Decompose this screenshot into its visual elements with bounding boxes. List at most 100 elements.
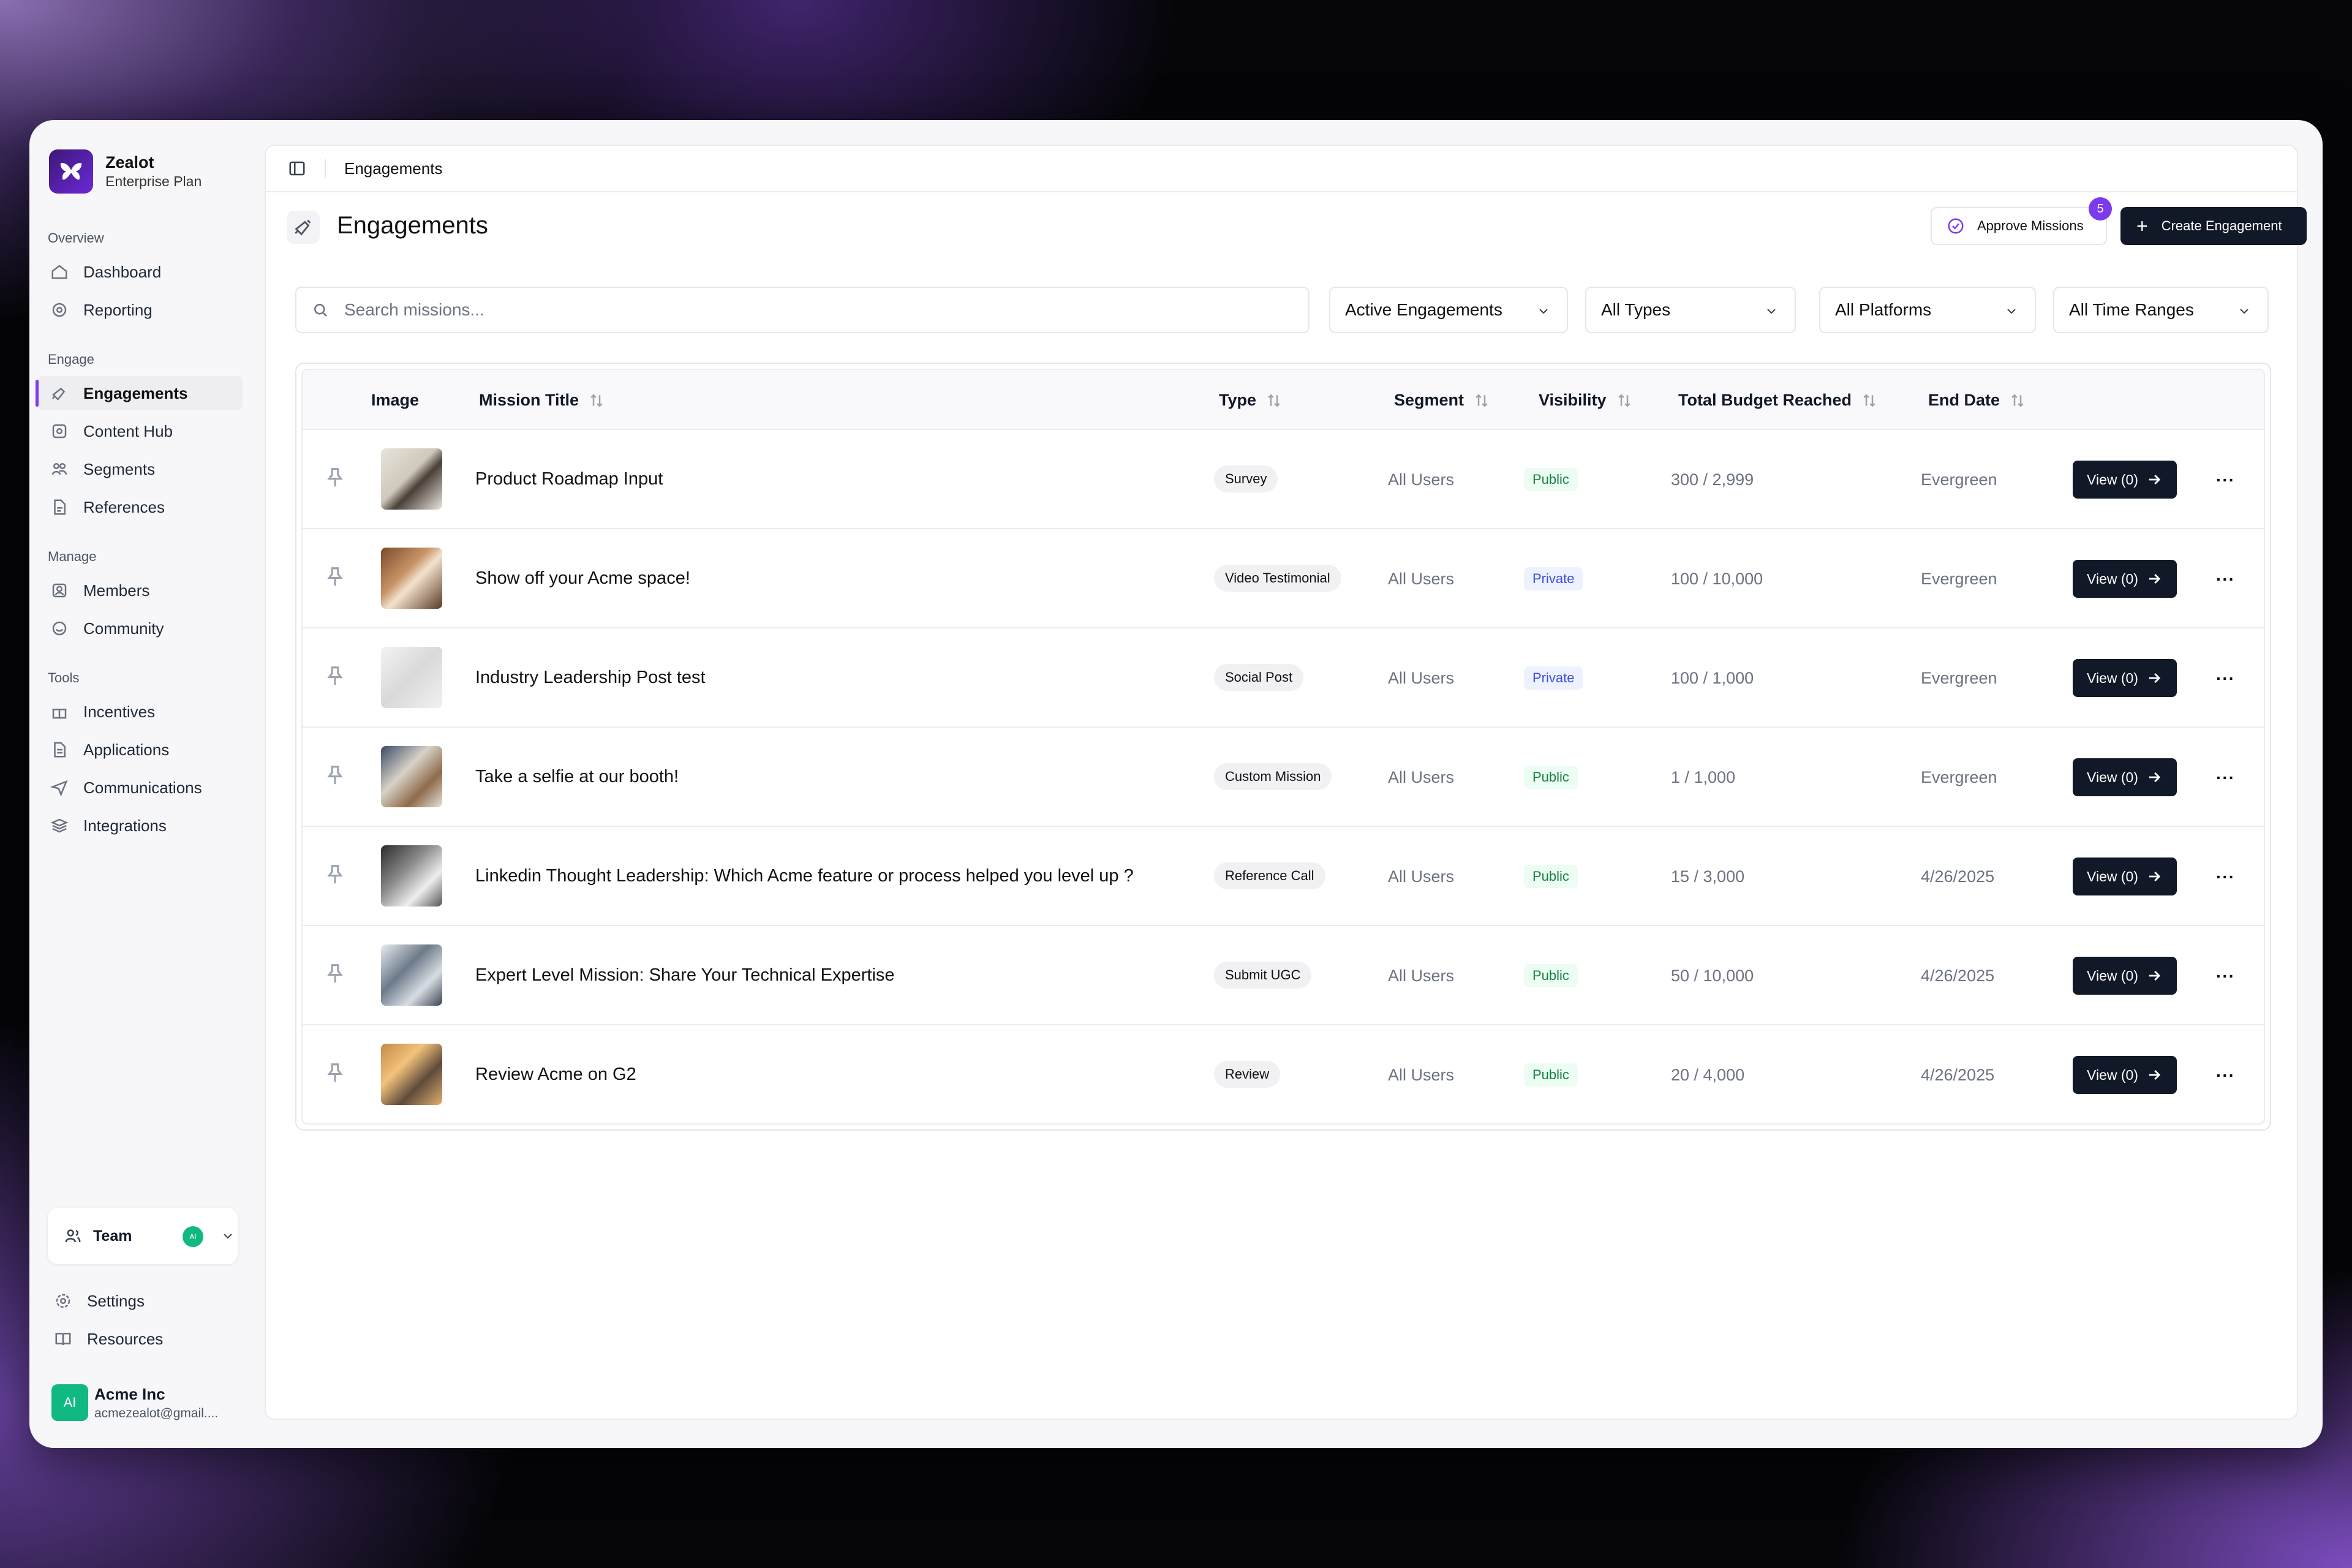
view-button[interactable]: View (0) [2073, 957, 2177, 995]
type-badge: Reference Call [1214, 862, 1325, 889]
column-header-visibility[interactable]: Visibility [1539, 391, 1634, 410]
sidebar-item-label: Reporting [83, 300, 153, 319]
budget-value: 300 / 2,999 [1671, 470, 1754, 489]
view-button[interactable]: View (0) [2073, 858, 2177, 895]
topbar: Engagements [266, 146, 2297, 192]
sidebar-item-resources[interactable]: Resources [40, 1322, 243, 1356]
search-icon [314, 304, 327, 317]
sidebar-toggle-icon[interactable] [288, 159, 306, 178]
sidebar-item-applications[interactable]: Applications [37, 733, 243, 767]
megaphone-icon [287, 211, 320, 244]
sidebar-item-reporting[interactable]: Reporting [37, 293, 243, 327]
engagements-table-container: Image Mission Title Type Segment Visibil… [295, 363, 2271, 1131]
table-row[interactable]: Expert Level Mission: Share Your Technic… [303, 926, 2264, 1025]
view-button[interactable]: View (0) [2073, 659, 2177, 697]
column-header-title[interactable]: Mission Title [479, 391, 606, 410]
end-date-value: Evergreen [1921, 570, 1997, 588]
table-row[interactable]: Take a selfie at our booth! Custom Missi… [303, 728, 2264, 827]
pin-icon[interactable] [323, 763, 347, 788]
nav-section-overview: Overview [48, 230, 104, 246]
sidebar-item-community[interactable]: Community [37, 611, 243, 646]
brand-name: Zealot [105, 153, 154, 172]
arrow-right-icon [2149, 772, 2161, 782]
sort-icon [590, 393, 603, 407]
search-input[interactable] [344, 300, 1263, 320]
sidebar-item-references[interactable]: References [37, 490, 243, 524]
more-options-icon[interactable]: ··· [2216, 669, 2235, 688]
visibility-badge: Public [1524, 865, 1578, 888]
table-row[interactable]: Show off your Acme space! Video Testimon… [303, 529, 2264, 628]
sidebar-item-integrations[interactable]: Integrations [37, 809, 243, 843]
more-options-icon[interactable]: ··· [2216, 967, 2235, 986]
pin-icon[interactable] [323, 1061, 347, 1085]
column-header-segment[interactable]: Segment [1394, 391, 1491, 410]
visibility-badge: Public [1524, 766, 1578, 789]
mission-image [381, 944, 442, 1006]
pin-icon[interactable] [323, 565, 347, 589]
pin-icon[interactable] [323, 862, 347, 887]
pin-icon[interactable] [323, 664, 347, 688]
more-options-icon[interactable]: ··· [2216, 1066, 2235, 1085]
view-button-label: View (0) [2087, 769, 2138, 785]
chevron-down-icon [1767, 309, 1776, 314]
column-header-type[interactable]: Type [1219, 391, 1283, 410]
platform-filter-select[interactable]: All Platforms [1819, 287, 2036, 333]
sidebar-item-segments[interactable]: Segments [37, 452, 243, 486]
type-filter-select[interactable]: All Types [1585, 287, 1796, 333]
table-row[interactable]: Industry Leadership Post test Social Pos… [303, 628, 2264, 728]
status-filter-select[interactable]: Active Engagements [1329, 287, 1568, 333]
approve-missions-button[interactable]: Approve Missions [1931, 207, 2107, 245]
visibility-badge: Public [1524, 1063, 1578, 1087]
more-options-icon[interactable]: ··· [2216, 867, 2235, 887]
table-row[interactable]: Product Roadmap Input Survey All Users P… [303, 430, 2264, 529]
gift-icon [52, 709, 67, 719]
budget-value: 100 / 1,000 [1671, 669, 1754, 687]
type-badge: Survey [1214, 466, 1278, 492]
sidebar-item-communications[interactable]: Communications [37, 771, 243, 805]
pin-icon[interactable] [323, 962, 347, 986]
more-options-icon[interactable]: ··· [2216, 570, 2235, 589]
sidebar-item-label: Settings [87, 1291, 145, 1310]
sidebar-item-dashboard[interactable]: Dashboard [37, 255, 243, 289]
chevron-down-icon [2240, 309, 2248, 314]
more-options-icon[interactable]: ··· [2216, 768, 2235, 788]
segments-icon [51, 463, 67, 475]
column-header-end-date[interactable]: End Date [1928, 391, 2027, 410]
more-options-icon[interactable]: ··· [2216, 470, 2235, 490]
mission-title: Show off your Acme space! [475, 568, 690, 588]
table-row[interactable]: Review Acme on G2 Review All Users Publi… [303, 1025, 2264, 1123]
column-header-budget[interactable]: Total Budget Reached [1678, 391, 1879, 410]
sidebar-item-content-hub[interactable]: Content Hub [37, 414, 243, 448]
time-range-filter-select[interactable]: All Time Ranges [2053, 287, 2269, 333]
arrow-right-icon [2149, 475, 2161, 484]
sort-icon [1618, 393, 1630, 407]
sidebar-item-engagements[interactable]: Engagements [36, 376, 243, 410]
sidebar-item-incentives[interactable]: Incentives [37, 695, 243, 729]
sidebar-item-label: Integrations [83, 816, 167, 835]
end-date-value: Evergreen [1921, 768, 1997, 786]
sidebar-item-settings[interactable]: Settings [40, 1284, 243, 1318]
column-header-image: Image [371, 391, 420, 409]
mission-image [381, 548, 442, 609]
create-engagement-button[interactable]: + Create Engagement [2120, 207, 2307, 245]
engagements-icon [51, 387, 66, 401]
sidebar-item-members[interactable]: Members [37, 573, 243, 608]
approve-count-badge: 5 [2089, 197, 2112, 221]
view-button[interactable]: View (0) [2073, 461, 2177, 499]
view-button[interactable]: View (0) [2073, 758, 2177, 796]
budget-value: 100 / 10,000 [1671, 570, 1763, 588]
pin-icon[interactable] [323, 466, 347, 490]
view-button-label: View (0) [2087, 669, 2138, 686]
visibility-badge: Public [1524, 964, 1578, 987]
layers-icon [50, 818, 69, 833]
brand[interactable]: Zealot Enterprise Plan [49, 149, 202, 194]
view-button[interactable]: View (0) [2073, 560, 2177, 598]
table-row[interactable]: Linkedin Thought Leadership: Which Acme … [303, 827, 2264, 926]
filter-bar: Active Engagements All Types All Platfor… [295, 287, 2275, 333]
search-box [295, 287, 1310, 333]
team-switcher[interactable]: Team AI [48, 1208, 238, 1264]
user-profile[interactable]: AI Acme Inc acmezealot@gmail.... [51, 1384, 218, 1421]
view-button[interactable]: View (0) [2073, 1056, 2177, 1094]
send-icon [50, 780, 68, 797]
create-engagement-label: Create Engagement [2161, 218, 2282, 233]
